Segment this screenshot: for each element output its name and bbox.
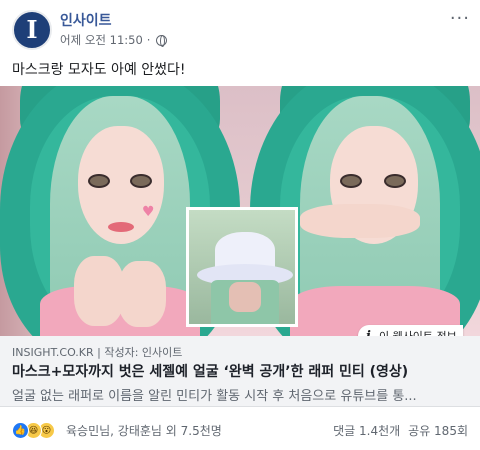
link-author: 작성자: 인사이트 xyxy=(104,346,183,359)
engagement-counts: 댓글 1.4천개 공유 185회 xyxy=(333,422,468,439)
post-image[interactable]: ♥ ♥ xyxy=(0,86,480,336)
avatar-letter: I xyxy=(26,15,38,44)
comments-count[interactable]: 댓글 1.4천개 xyxy=(333,422,400,439)
inset-photo xyxy=(186,207,298,327)
post-meta: 어제 오전 11:50 · xyxy=(60,32,168,48)
post-header: I 인사이트 어제 오전 11:50 · ··· xyxy=(0,0,480,56)
post-text: 마스크랑 모자도 아예 안썼다! xyxy=(12,62,186,78)
globe-icon[interactable] xyxy=(156,34,168,47)
meta-separator: · xyxy=(146,33,151,47)
page-name-link[interactable]: 인사이트 xyxy=(60,10,112,30)
reaction-names[interactable]: 육승민님, 강태훈님 외 7.5천명 xyxy=(66,422,222,439)
link-preview[interactable]: INSIGHT.CO.KR | 작성자: 인사이트 마스크+모자까지 벗은 세젤… xyxy=(0,336,480,407)
reactions-bar: 👍 😆 😮 육승민님, 강태훈님 외 7.5천명 댓글 1.4천개 공유 185… xyxy=(0,416,480,444)
like-icon: 👍 xyxy=(12,422,29,439)
link-domain: INSIGHT.CO.KR xyxy=(12,346,94,359)
post-timestamp[interactable]: 어제 오전 11:50 xyxy=(60,32,143,48)
link-domain-line: INSIGHT.CO.KR | 작성자: 인사이트 xyxy=(12,344,182,360)
link-separator: | xyxy=(93,346,105,359)
link-description: 얼굴 없는 래퍼로 이름을 알린 민티가 활동 시작 후 처음으로 유튜브를 통… xyxy=(12,389,417,404)
shares-count[interactable]: 공유 185회 xyxy=(408,422,468,439)
link-title[interactable]: 마스크+모자까지 벗은 세젤예 얼굴 ‘완벽 공개’한 래퍼 민티 (영상) xyxy=(12,361,408,381)
page-avatar[interactable]: I xyxy=(12,10,52,50)
reaction-icons[interactable]: 👍 😆 😮 xyxy=(12,422,55,439)
more-options-icon[interactable]: ··· xyxy=(450,10,470,28)
